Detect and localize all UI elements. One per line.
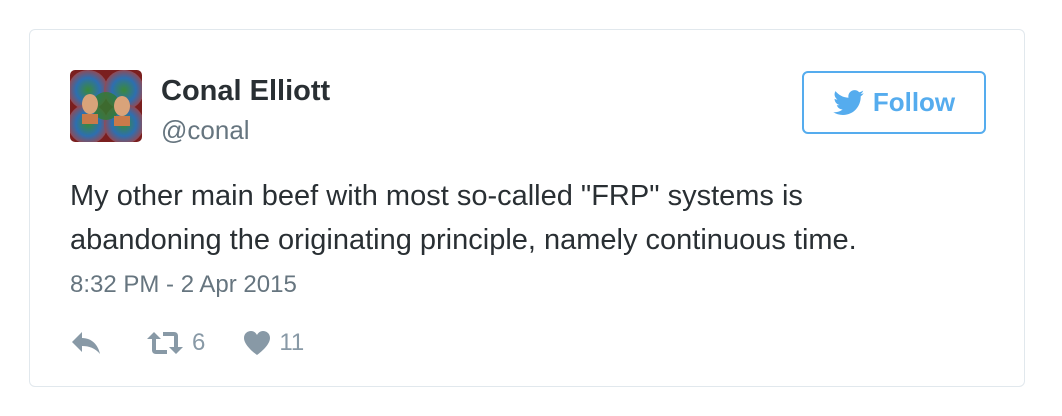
reply-icon	[72, 332, 100, 354]
retweet-icon	[147, 332, 183, 354]
tweet-text-line: abandoning the originating principle, na…	[70, 224, 857, 256]
user-handle[interactable]: @conal	[161, 114, 250, 146]
tweet-timestamp[interactable]: 8:32 PM - 2 Apr 2015	[70, 269, 297, 301]
tweet-actions: 6 11	[70, 326, 304, 360]
retweet-count: 6	[192, 329, 206, 356]
display-name[interactable]: Conal Elliott	[161, 74, 330, 108]
twitter-bird-icon	[833, 89, 864, 115]
retweet-button[interactable]: 6	[146, 326, 205, 360]
tweet-card: Conal Elliott @conal Follow My other mai…	[29, 29, 1025, 387]
like-button[interactable]: 11	[243, 326, 304, 360]
heart-icon	[244, 331, 271, 355]
follow-button[interactable]: Follow	[802, 71, 986, 134]
tweet-text: My other main beef with most so-called "…	[70, 174, 970, 262]
like-count: 11	[279, 329, 305, 356]
tweet-text-line: My other main beef with most so-called "…	[70, 180, 803, 212]
follow-button-label: Follow	[872, 87, 956, 117]
reply-button[interactable]	[70, 330, 102, 356]
avatar-image	[70, 70, 142, 142]
user-avatar[interactable]	[70, 70, 142, 142]
